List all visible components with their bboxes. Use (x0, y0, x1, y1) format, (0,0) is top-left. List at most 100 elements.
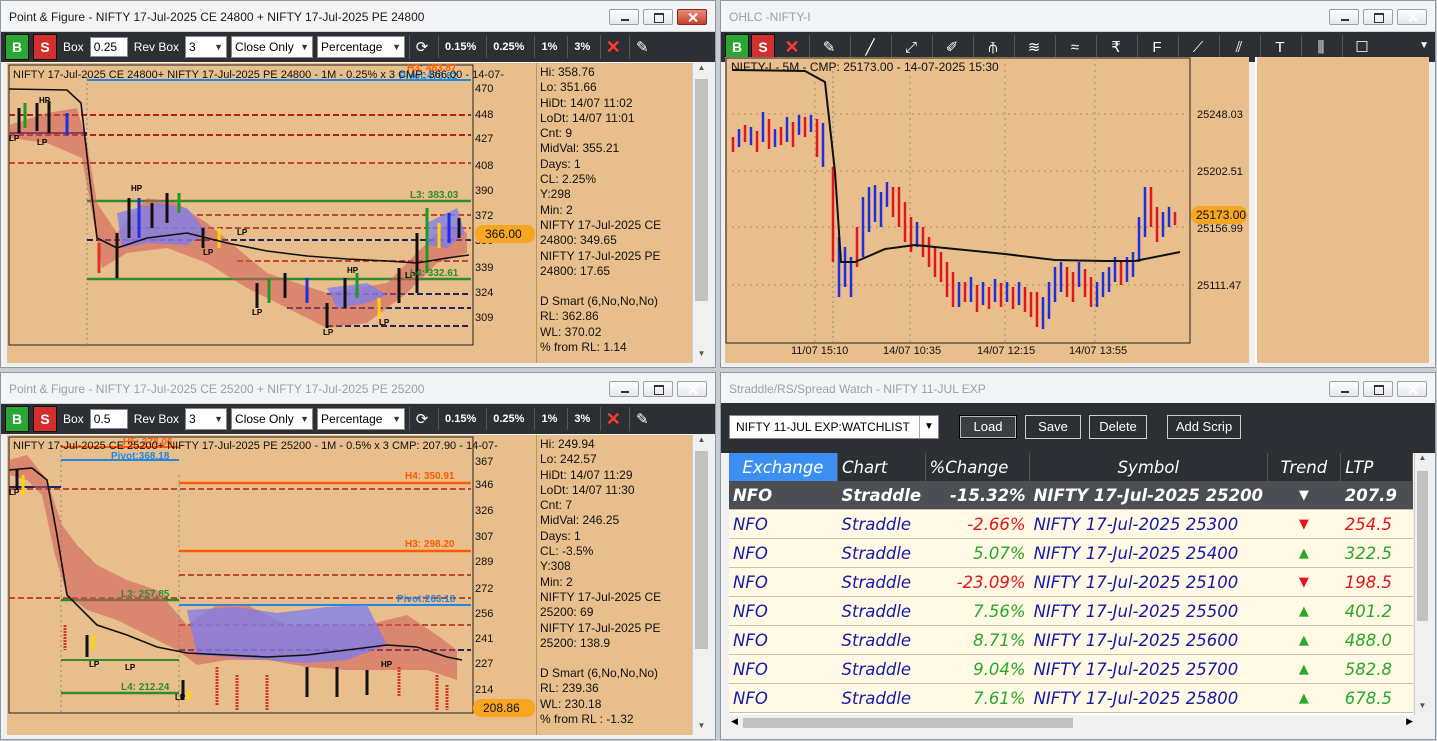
maximize-button[interactable] (1363, 381, 1393, 397)
minimize-button[interactable] (1329, 9, 1359, 25)
pct-button-1[interactable]: 0.15% (438, 36, 482, 58)
close-button[interactable] (1397, 9, 1427, 25)
buy-button[interactable]: B (5, 34, 29, 60)
box-size-input[interactable]: 0.5 (89, 409, 128, 429)
pct-button-3[interactable]: 1% (534, 36, 563, 58)
edit-pencil-icon[interactable]: ✎ (629, 407, 654, 431)
table-row[interactable]: NFO Straddle -15.32% NIFTY 17-Jul-2025 2520… (729, 481, 1413, 510)
delete-x-icon[interactable]: ✕ (600, 407, 625, 431)
minimize-button[interactable] (609, 381, 639, 397)
scale-type-select[interactable]: Percentage ▼ (317, 408, 406, 430)
pnf-chart[interactable]: LP LP LP LP HP H5: 378.06 Pivot:368.18 H4: … (7, 435, 537, 735)
close-button[interactable] (677, 9, 707, 25)
ray-icon[interactable]: ⤢ (891, 35, 930, 59)
lines-icon[interactable]: ⫽ (1219, 35, 1258, 59)
scroll-right-icon[interactable]: ▶ (1406, 716, 1413, 727)
channel-icon[interactable]: ≈ (1055, 35, 1094, 59)
svg-text:339: 339 (475, 262, 493, 274)
trendline-icon[interactable]: ╱ (850, 35, 889, 59)
cell-exchange: NFO (729, 481, 838, 510)
table-row[interactable]: NFO Straddle 8.71% NIFTY 17-Jul-2025 25600 ▲… (729, 625, 1413, 655)
brush-icon[interactable]: ✐ (932, 35, 971, 59)
refresh-icon[interactable]: ⟳ (409, 407, 434, 431)
edit-pencil-icon[interactable]: ✎ (809, 35, 848, 59)
minimize-button[interactable] (609, 9, 639, 25)
pct-button-4[interactable]: 3% (567, 408, 596, 430)
ohlc-chart[interactable]: NIFTY-I - 5M - CMP: 25173.00 - 14-07-202… (725, 57, 1249, 363)
text-icon[interactable]: T (1260, 35, 1299, 59)
maximize-button[interactable] (643, 9, 673, 25)
minimize-button[interactable] (1329, 381, 1359, 397)
vertical-scrollbar[interactable]: ▲ ▼ (692, 435, 710, 735)
table-row[interactable]: NFO Straddle 9.04% NIFTY 17-Jul-2025 25700 ▲… (729, 654, 1413, 684)
titlebar[interactable]: OHLC -NIFTY-I (721, 1, 1435, 32)
load-button[interactable]: Load (959, 415, 1017, 439)
table-row[interactable]: NFO Straddle 7.61% NIFTY 17-Jul-2025 25800 ▲… (729, 683, 1413, 713)
watchlist-select[interactable]: NIFTY 11-JUL EXP:WATCHLIST ▼ (729, 415, 939, 439)
rectangle-icon[interactable]: ☐ (1342, 35, 1381, 59)
scroll-thumb[interactable] (1417, 471, 1428, 621)
buy-button[interactable]: B (5, 406, 29, 432)
pitchfork-icon[interactable]: ⫚ (973, 35, 1012, 59)
close-button[interactable] (677, 381, 707, 397)
table-row[interactable]: NFO Straddle 5.07% NIFTY 17-Jul-2025 25400 ▲… (729, 538, 1413, 568)
titlebar[interactable]: Point & Figure - NIFTY 17-Jul-2025 CE 25… (1, 373, 715, 404)
table-row[interactable]: NFO Straddle -2.66% NIFTY 17-Jul-2025 25300… (729, 509, 1413, 539)
sell-button[interactable]: S (33, 406, 57, 432)
col-trend[interactable]: Trend (1267, 453, 1342, 481)
pct-button-3[interactable]: 1% (534, 408, 563, 430)
col-symbol[interactable]: Symbol (1029, 453, 1268, 481)
pct-button-2[interactable]: 0.25% (486, 408, 530, 430)
maximize-button[interactable] (1363, 9, 1393, 25)
rev-box-select[interactable]: 3 ▼ (185, 36, 228, 58)
l3-label: L3: 257.85 (121, 589, 170, 600)
scroll-up-icon[interactable]: ▲ (693, 435, 710, 449)
scale-type-select[interactable]: Percentage ▼ (317, 36, 406, 58)
edit-pencil-icon[interactable]: ✎ (629, 35, 654, 59)
pnf-chart[interactable]: HP LP LP HP LP LP HP LP LP LP LP H3: 483.87 Pivo… (7, 63, 537, 363)
col-ltp[interactable]: LTP (1340, 453, 1413, 481)
more-chevron-icon[interactable]: ▼ (1419, 40, 1429, 51)
table-row[interactable]: NFO Straddle -23.09% NIFTY 17-Jul-2025 2510… (729, 567, 1413, 597)
scroll-down-icon[interactable]: ▼ (693, 349, 710, 363)
scroll-thumb[interactable] (743, 718, 1073, 728)
sell-button[interactable]: S (33, 34, 57, 60)
scroll-down-icon[interactable]: ▼ (693, 721, 710, 735)
horizontal-scrollbar[interactable]: ◀ ▶ (729, 715, 1415, 731)
rev-box-select[interactable]: 3 ▼ (185, 408, 228, 430)
font-icon[interactable]: F (1137, 35, 1176, 59)
measure-icon[interactable]: ⟋ (1178, 35, 1217, 59)
close-mode-select[interactable]: Close Only ▼ (231, 36, 314, 58)
scroll-up-icon[interactable]: ▲ (693, 63, 710, 77)
add-scrip-button[interactable]: Add Scrip (1167, 415, 1241, 439)
delete-button[interactable]: Delete (1089, 415, 1147, 439)
scroll-thumb[interactable] (695, 451, 708, 649)
col-exchange[interactable]: Exchange (729, 453, 839, 481)
pct-button-1[interactable]: 0.15% (438, 408, 482, 430)
bars-icon[interactable]: ⫼ (1301, 35, 1340, 59)
close-button[interactable] (1397, 381, 1427, 397)
scroll-down-icon[interactable]: ▼ (1415, 701, 1430, 715)
refresh-icon[interactable]: ⟳ (409, 35, 434, 59)
scroll-thumb[interactable] (695, 79, 708, 301)
col-chart[interactable]: Chart (837, 453, 926, 481)
vertical-scrollbar[interactable]: ▲ ▼ (692, 63, 710, 363)
save-button[interactable]: Save (1025, 415, 1081, 439)
price-line-icon[interactable]: ₹ (1096, 35, 1135, 59)
col-change[interactable]: %Change (925, 453, 1031, 481)
delete-x-icon[interactable]: ✕ (777, 35, 807, 59)
box-size-input[interactable]: 0.25 (89, 37, 128, 57)
close-mode-select[interactable]: Close Only ▼ (231, 408, 314, 430)
pct-button-2[interactable]: 0.25% (486, 36, 530, 58)
pct-button-4[interactable]: 3% (567, 36, 596, 58)
scroll-left-icon[interactable]: ◀ (731, 716, 738, 727)
table-row[interactable]: NFO Straddle 7.56% NIFTY 17-Jul-2025 25500 ▲… (729, 596, 1413, 626)
vertical-scrollbar[interactable]: ▲ ▼ (1414, 453, 1430, 715)
titlebar[interactable]: Straddle/RS/Spread Watch - NIFTY 11-JUL … (721, 373, 1435, 404)
titlebar[interactable]: Point & Figure - NIFTY 17-Jul-2025 CE 24… (1, 1, 715, 32)
maximize-button[interactable] (643, 381, 673, 397)
info-line: D Smart (6,No,No,No) (540, 294, 659, 309)
delete-x-icon[interactable]: ✕ (600, 35, 625, 59)
scroll-up-icon[interactable]: ▲ (1415, 453, 1430, 467)
fib-icon[interactable]: ≋ (1014, 35, 1053, 59)
